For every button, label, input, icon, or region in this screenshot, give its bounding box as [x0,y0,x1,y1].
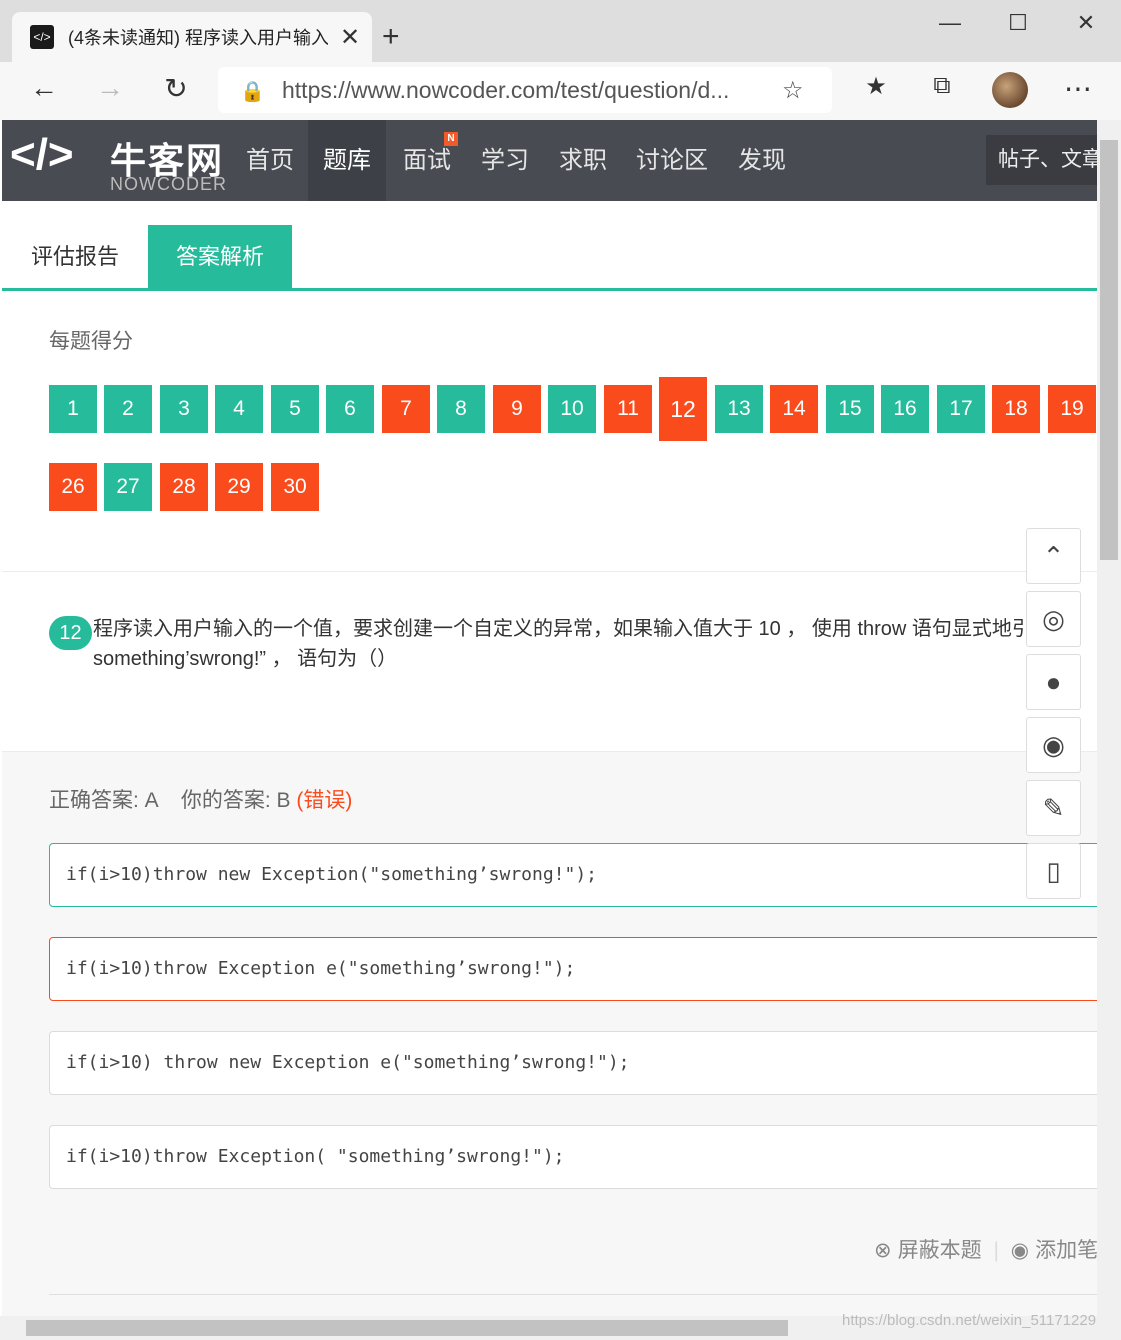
tab-close-icon[interactable]: ✕ [340,23,360,52]
score-cell[interactable]: 4 [215,385,263,433]
back-arrow-icon[interactable]: ← [24,72,64,104]
logo-mark-icon: </> [10,130,74,179]
option-d[interactable]: if(i>10)throw Exception( "something’swro… [49,1125,1109,1189]
option-b[interactable]: if(i>10)throw Exception e("something’swr… [49,937,1109,1001]
your-answer-label: 你的答案: B [180,789,291,812]
horizontal-scrollbar-thumb[interactable] [26,1320,788,1336]
option-a[interactable]: if(i>10)throw new Exception("something’s… [49,843,1109,907]
more-menu-icon[interactable]: ⋯ [1058,72,1098,105]
score-cell[interactable]: 12 [659,377,707,441]
score-cell[interactable]: 9 [493,385,541,433]
score-cell[interactable]: 11 [604,385,652,433]
tab-answer-analysis[interactable]: 答案解析 [148,225,292,288]
score-cell[interactable]: 16 [881,385,929,433]
score-section-title: 每题得分 [49,330,133,353]
tab-underline [2,288,1097,291]
block-circle-x-icon[interactable]: ⊗ [874,1239,892,1262]
score-cell[interactable]: 10 [548,385,596,433]
lock-icon: 🔒 [240,81,265,103]
nav-home[interactable]: 首页 [232,120,308,201]
nav-discover[interactable]: 发现 [722,120,802,201]
correct-answer-label: 正确答案: A [49,789,158,812]
wechat-share-icon[interactable]: ◉ [1026,717,1081,773]
score-cell[interactable]: 17 [937,385,985,433]
nav-discuss[interactable]: 讨论区 [622,120,722,201]
qq-share-icon[interactable]: ● [1026,654,1081,710]
score-cell[interactable]: 6 [326,385,374,433]
divider [2,571,1097,572]
tab-evaluation-report[interactable]: 评估报告 [2,225,148,288]
score-cell[interactable]: 15 [826,385,874,433]
address-bar[interactable]: 🔒 https://www.nowcoder.com/test/question… [218,67,832,113]
maximize-button[interactable]: ☐ [998,10,1038,36]
browser-titlebar: </> (4条未读通知) 程序读入用户输入 ✕ + — ☐ ✕ [0,0,1121,62]
score-cell[interactable]: 27 [104,463,152,511]
nav-learn[interactable]: 学习 [466,120,544,201]
question-text: 程序读入用户输入的一个值，要求创建一个自定义的异常，如果输入值大于 10 ， 使… [93,614,1097,674]
score-cell[interactable]: 5 [271,385,319,433]
option-c[interactable]: if(i>10) throw new Exception e("somethin… [49,1031,1109,1095]
collections-icon[interactable]: ⧉ [922,72,962,100]
answer-status: (错误) [296,789,353,812]
score-cell[interactable]: 26 [49,463,97,511]
logo-text-en: NOWCODER [110,174,227,194]
score-cell[interactable]: 1 [49,385,97,433]
back-to-top-chevron-up-icon[interactable]: ⌃ [1026,528,1081,584]
question-number-badge: 12 [49,616,92,650]
nav-question-bank[interactable]: 题库 [308,120,386,201]
site-header: </> 牛客网 NOWCODER 首页 题库 面试 N 学习 求职 讨论区 发现… [2,120,1106,201]
weibo-share-icon[interactable]: ◎ [1026,591,1081,647]
site-search-input[interactable]: 帖子、文章 [986,135,1106,185]
vertical-scrollbar-thumb[interactable] [1100,140,1118,560]
score-cell[interactable]: 2 [104,385,152,433]
hide-question-button[interactable]: 屏蔽本题 [898,1239,982,1262]
mobile-phone-icon[interactable]: ▯ [1026,843,1081,899]
divider [2,751,1097,752]
nowcoder-favicon-icon: </> [30,25,54,49]
minimize-button[interactable]: — [930,10,970,36]
score-cell[interactable]: 19 [1048,385,1096,433]
score-cell[interactable]: 8 [437,385,485,433]
profile-avatar[interactable] [992,72,1028,108]
score-cell[interactable]: 14 [770,385,818,433]
url-text: https://www.nowcoder.com/test/question/d… [282,76,730,103]
edit-pencil-icon[interactable]: ✎ [1026,780,1081,836]
notebook-icon[interactable]: ◉ [1011,1239,1029,1262]
refresh-icon[interactable]: ↻ [156,72,196,105]
favorites-list-icon[interactable]: ★ [856,72,896,101]
question-line-2: something’swrong!” ， 语句为（） [93,648,398,670]
divider [49,1294,1097,1295]
nav-jobs[interactable]: 求职 [544,120,622,201]
answer-summary: 正确答案: A 你的答案: B (错误) [49,784,352,814]
score-cell[interactable]: 30 [271,463,319,511]
score-cell[interactable]: 28 [160,463,208,511]
close-window-button[interactable]: ✕ [1066,10,1106,36]
forward-arrow-icon[interactable]: → [90,72,130,104]
new-badge: N [444,132,458,146]
browser-tab[interactable]: </> (4条未读通知) 程序读入用户输入 ✕ [12,12,372,62]
tab-title: (4条未读通知) 程序读入用户输入 [68,28,328,48]
score-cell[interactable]: 7 [382,385,430,433]
score-cell[interactable]: 18 [992,385,1040,433]
new-tab-button[interactable]: + [382,20,400,54]
question-line-1: 程序读入用户输入的一个值，要求创建一个自定义的异常，如果输入值大于 10 ， 使… [93,618,1052,640]
question-actions: ⊗ 屏蔽本题 | ◉ 添加笔记 [874,1239,1120,1262]
favorite-star-icon[interactable]: ☆ [782,76,804,105]
site-logo[interactable]: </> 牛客网 NOWCODER [2,120,232,201]
score-cell[interactable]: 29 [215,463,263,511]
score-cell[interactable]: 13 [715,385,763,433]
browser-toolbar: ← → ↻ 🔒 https://www.nowcoder.com/test/qu… [0,62,1121,120]
score-cell[interactable]: 3 [160,385,208,433]
watermark-text: https://blog.csdn.net/weixin_51171229 [842,1312,1097,1329]
